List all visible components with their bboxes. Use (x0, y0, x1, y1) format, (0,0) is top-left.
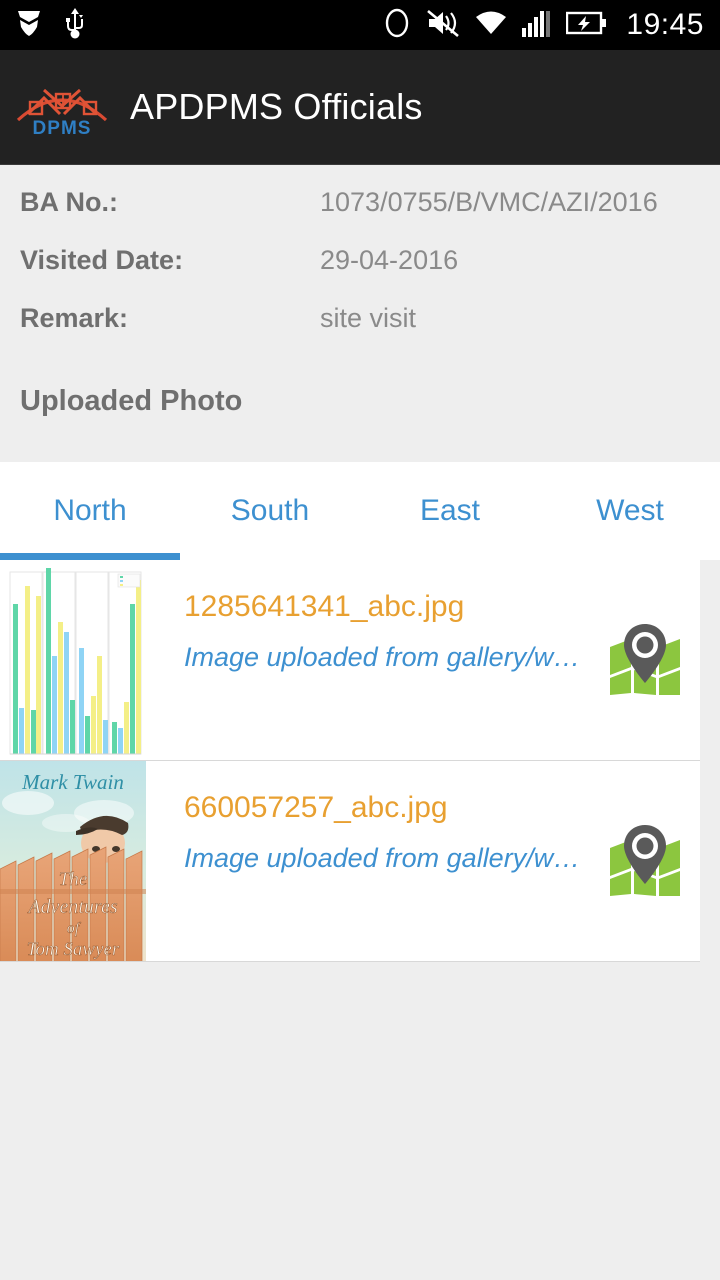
tab-east[interactable]: East (360, 462, 540, 560)
tab-south[interactable]: South (180, 462, 360, 560)
detail-row-ba-no: BA No.: 1073/0755/B/VMC/AZI/2016 (0, 187, 720, 245)
visit-details-panel: BA No.: 1073/0755/B/VMC/AZI/2016 Visited… (0, 165, 720, 462)
detail-value: site visit (320, 303, 417, 333)
svg-text:DPMS: DPMS (33, 118, 92, 138)
photo-filename: 660057257_abc.jpg (184, 791, 448, 824)
svg-text:The: The (59, 869, 88, 890)
photo-subtitle: Image uploaded from gallery/web. (184, 843, 590, 873)
status-bar-clock: 19:45 (626, 8, 704, 41)
list-item-text: 1285641341_abc.jpg Image uploaded from g… (146, 560, 590, 760)
detail-label: Visited Date: (20, 245, 184, 275)
tom-sawyer-book-cover-thumbnail[interactable]: Mark Twain The Adventures of Tom Sawyer (0, 761, 146, 961)
detail-value: 29-04-2016 (320, 245, 459, 275)
detail-row-visited-date: Visited Date: 29-04-2016 (0, 245, 720, 303)
bar-chart-thumbnail[interactable] (0, 560, 146, 760)
map-location-pin-icon[interactable] (590, 761, 700, 961)
wifi-icon (474, 9, 508, 42)
list-item[interactable]: 1285641341_abc.jpg Image uploaded from g… (0, 560, 700, 761)
status-bar-right-icons: 19:45 (382, 7, 704, 44)
usb-icon (64, 7, 86, 44)
uploaded-photo-list: 1285641341_abc.jpg Image uploaded from g… (0, 560, 720, 1280)
status-bar-left-icons (16, 7, 86, 44)
tab-north[interactable]: North (0, 462, 180, 560)
detail-label: Remark: (20, 303, 129, 333)
screen-rotation-icon (382, 7, 412, 44)
svg-text:Adventures: Adventures (26, 896, 117, 918)
dpms-logo: DPMS (14, 76, 110, 138)
photo-subtitle: Image uploaded from gallery/web. (184, 642, 590, 672)
app-bar: DPMS APDPMS Officials (0, 50, 720, 165)
signal-bars-icon (522, 9, 552, 42)
tab-west[interactable]: West (540, 462, 720, 560)
list-item[interactable]: Mark Twain The Adventures of Tom Sawyer … (0, 761, 700, 962)
photo-filename: 1285641341_abc.jpg (184, 590, 465, 623)
svg-text:Tom Sawyer: Tom Sawyer (27, 939, 120, 960)
detail-label: BA No.: (20, 187, 118, 217)
battery-charging-icon (566, 10, 608, 41)
uploaded-photo-heading: Uploaded Photo (20, 385, 243, 417)
tab-active-indicator (0, 553, 180, 560)
list-item-text: 660057257_abc.jpg Image uploaded from ga… (146, 761, 590, 961)
page-title: APDPMS Officials (130, 86, 423, 127)
direction-tabs: North South East West (0, 462, 720, 560)
svg-text:Mark Twain: Mark Twain (21, 770, 124, 794)
shield-icon (16, 8, 42, 43)
detail-value: 1073/0755/B/VMC/AZI/2016 (320, 187, 658, 217)
volume-mute-icon (426, 8, 460, 43)
map-location-pin-icon[interactable] (590, 560, 700, 760)
status-bar: 19:45 (0, 0, 720, 50)
empty-list-space (0, 962, 700, 1280)
detail-row-remark: Remark: site visit (0, 303, 720, 361)
